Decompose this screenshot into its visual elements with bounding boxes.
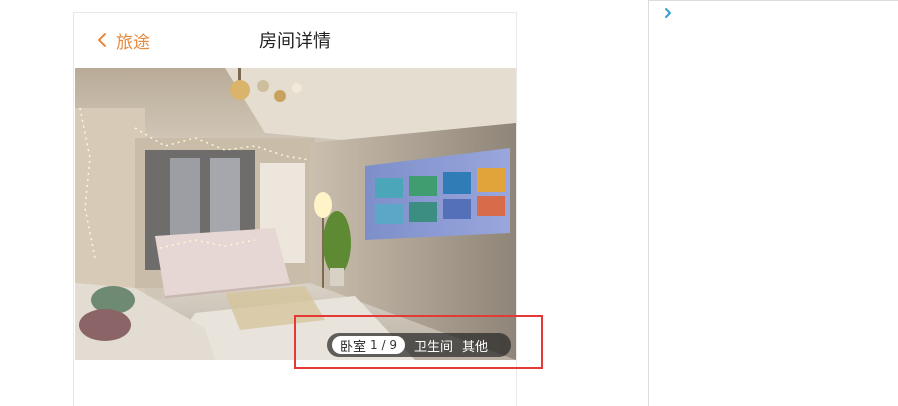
screen: 旅途 房间详情 卧室 1 / 9 卫生间 其他 (0, 0, 898, 406)
nav-bar: 旅途 房间详情 (74, 13, 516, 68)
chevron-right-icon[interactable] (663, 6, 673, 20)
page-title: 房间详情 (259, 31, 331, 52)
panel-divider (649, 0, 898, 1)
highlight-box (294, 315, 543, 369)
right-panel (648, 0, 898, 406)
